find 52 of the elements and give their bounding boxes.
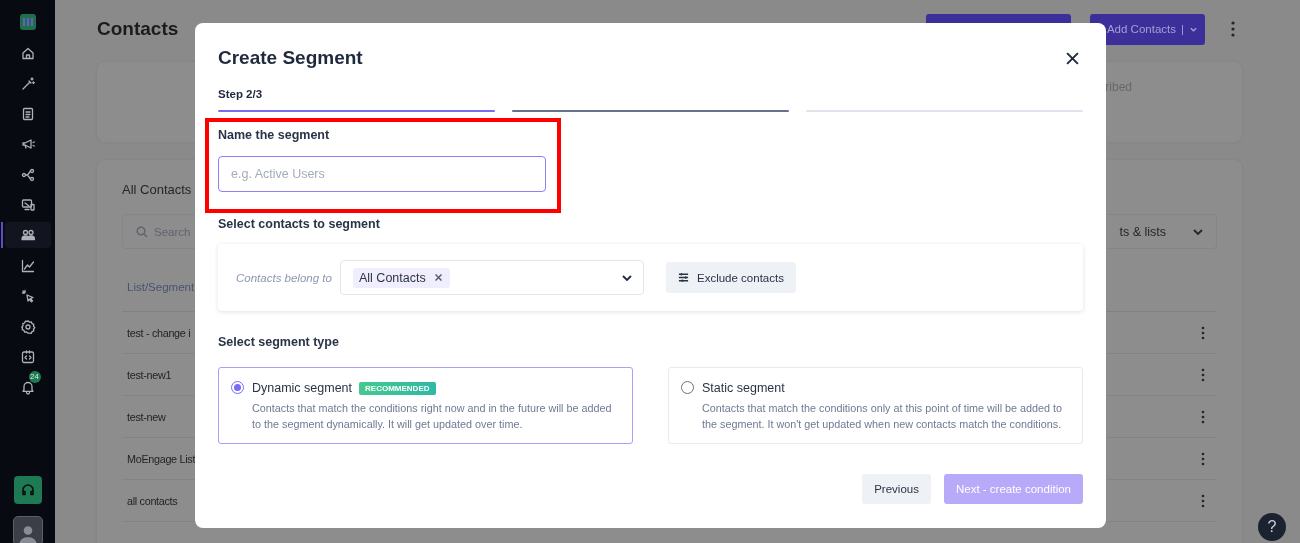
- segment-type-option[interactable]: Static segment Contacts that match the conditions only at this point of time will be added to the segment. It won't get updated when new contacts match the conditions.: [668, 367, 1083, 444]
- section-heading: Select segment type: [218, 334, 340, 350]
- monitor-phone-icon: [19, 197, 36, 214]
- dialog-title: Create Segment: [218, 47, 363, 69]
- share-nodes-icon: [19, 166, 36, 183]
- option-title: Static segment: [702, 381, 785, 395]
- sidebar-item[interactable]: 24: [4, 374, 51, 401]
- kebab-menu-icon[interactable]: [1201, 409, 1205, 424]
- step-label: Step 2/3: [218, 87, 264, 102]
- option-description: Contacts that match the conditions right now and in the future will be added to the segment dynamically. It will get updated over time.: [252, 401, 613, 432]
- kebab-menu-icon[interactable]: [1201, 493, 1205, 508]
- option-description: Contacts that match the conditions only at this point of time will be added to the segment. It won't get updated when new contacts match the conditions.: [702, 401, 1064, 432]
- headset-icon: [19, 482, 36, 498]
- code-icon: [19, 348, 36, 365]
- card-title: All Contacts: [122, 182, 193, 199]
- table-cell: test-new: [127, 410, 166, 423]
- sliders-icon: [678, 272, 689, 283]
- recommended-badge: RECOMMENDED: [359, 381, 436, 395]
- filter-dropdown[interactable]: ts & lists: [1107, 214, 1217, 249]
- notification-badge: 24: [28, 371, 41, 384]
- user-avatar[interactable]: [12, 516, 43, 543]
- table-cell: test - change i: [127, 326, 191, 339]
- kebab-menu-icon[interactable]: [1201, 325, 1205, 340]
- field-label: Name the segment: [218, 127, 331, 143]
- kebab-menu-icon[interactable]: [1201, 451, 1205, 466]
- home-icon: [19, 45, 36, 62]
- table-cell: all contacts: [127, 494, 178, 507]
- field-label: Contacts belong to: [236, 271, 333, 284]
- table-cell: test-new1: [127, 368, 172, 381]
- close-icon[interactable]: [1066, 51, 1079, 65]
- page-title: Contacts: [97, 18, 180, 40]
- previous-button[interactable]: Previous: [862, 474, 931, 504]
- cursor-click-icon: [19, 288, 36, 305]
- selected-chip: All Contacts: [353, 267, 450, 288]
- contacts-select[interactable]: All Contacts: [340, 260, 644, 295]
- search-icon: [136, 225, 148, 238]
- line-chart-icon: [19, 257, 36, 274]
- support-button[interactable]: [13, 476, 42, 504]
- settings-icon: [19, 318, 36, 335]
- sidebar-item[interactable]: [4, 222, 51, 249]
- kebab-menu-icon[interactable]: [1201, 367, 1205, 382]
- remove-icon[interactable]: [434, 274, 442, 281]
- kebab-menu-icon[interactable]: [1231, 21, 1235, 37]
- app-logo[interactable]: [19, 14, 36, 30]
- table-cell: MoEngage List: [127, 452, 196, 465]
- segment-name-field[interactable]: e.g. Active Users: [218, 156, 546, 192]
- exclude-contacts-button[interactable]: Exclude contacts: [666, 262, 796, 293]
- add-contacts-button[interactable]: Add Contacts |: [1090, 13, 1205, 45]
- option-title: Dynamic segment: [252, 381, 353, 395]
- section-heading: Select contacts to segment: [218, 216, 381, 232]
- bell-icon: [19, 379, 36, 396]
- segment-type-option[interactable]: Dynamic segment RECOMMENDED Contacts that match the conditions right now and in the future will be added to the segment dynamically. It will get updated over time.: [218, 367, 633, 444]
